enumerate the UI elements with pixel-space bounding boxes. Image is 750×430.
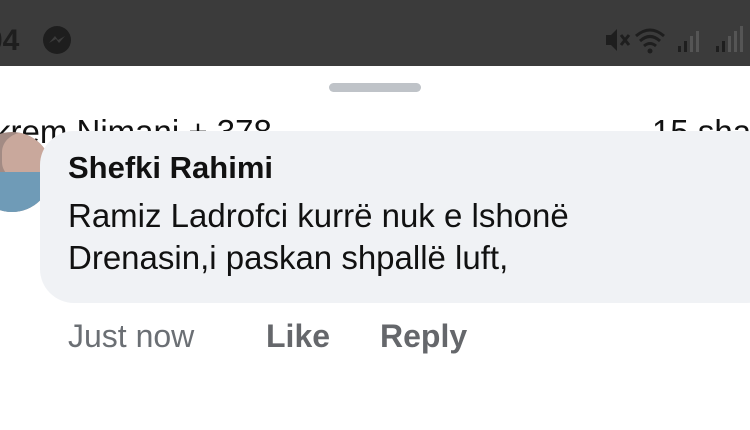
- drag-handle[interactable]: [329, 83, 421, 92]
- reply-button[interactable]: Reply: [380, 318, 467, 355]
- status-time: 04: [0, 24, 20, 57]
- comment-bubble[interactable]: Shefki Rahimi Ramiz Ladrofci kurrë nuk e…: [40, 131, 750, 303]
- signal-icon: [716, 26, 743, 52]
- mute-icon: [606, 29, 631, 51]
- comment-timestamp: Just now: [68, 318, 195, 354]
- signal-icon: [678, 31, 699, 52]
- comment-author[interactable]: Shefki Rahimi: [68, 150, 273, 186]
- status-icons: [600, 24, 750, 56]
- like-button[interactable]: Like: [266, 318, 330, 355]
- messenger-icon: [43, 26, 71, 54]
- wifi-icon: [635, 28, 665, 54]
- status-bar: 04: [0, 0, 750, 66]
- comment-text: Ramiz Ladrofci kurrë nuk e lshonë Drenas…: [68, 197, 569, 276]
